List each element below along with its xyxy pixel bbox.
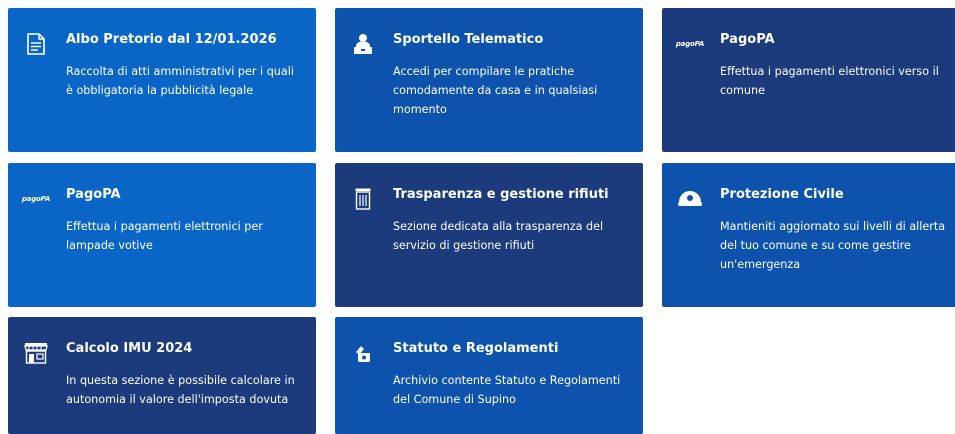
card-description: Effettua i pagamenti elettronici per lam… [66, 220, 263, 252]
card-description: In questa sezione è possibile calcolare … [66, 374, 295, 406]
card-sportello-telematico[interactable]: Sportello Telematico Accedi per compilar… [335, 8, 643, 152]
card-pagopa-lampade[interactable]: pagoPA PagoPA Effettua i pagamenti elett… [8, 163, 316, 307]
card-protezione-civile[interactable]: Protezione Civile Mantieniti aggiornato … [662, 163, 955, 307]
card-description: Accedi per compilare le pratiche comodam… [393, 65, 598, 116]
pagopa-logo-icon: pagoPA [21, 187, 51, 211]
shop-icon [24, 341, 48, 365]
card-title: Sportello Telematico [393, 32, 544, 47]
card-title: Statuto e Regolamenti [393, 341, 559, 356]
card-title: Calcolo IMU 2024 [66, 341, 193, 356]
pagopa-logo-icon: pagoPA [675, 32, 705, 56]
card-title: Protezione Civile [720, 187, 844, 202]
pagopa-logo-text: pagoPA [21, 195, 51, 203]
card-pagopa-comune[interactable]: pagoPA PagoPA Effettua i pagamenti elett… [662, 8, 955, 152]
card-trasparenza-rifiuti[interactable]: Trasparenza e gestione rifiuti Sezione d… [335, 163, 643, 307]
document-icon [24, 32, 48, 56]
card-description: Mantieniti aggiornato sui livelli di all… [720, 220, 946, 271]
card-title: PagoPA [720, 32, 775, 47]
regulations-icon [351, 341, 375, 365]
card-title: PagoPA [66, 187, 121, 202]
card-description: Sezione dedicata alla trasparenza del se… [393, 220, 604, 252]
card-calcolo-imu[interactable]: Calcolo IMU 2024 In questa sezione è pos… [8, 317, 316, 434]
trash-bin-icon [351, 187, 375, 211]
card-description: Raccolta di atti amministrativi per i qu… [66, 65, 294, 97]
card-title: Albo Pretorio dal 12/01.2026 [66, 32, 277, 47]
pagopa-logo-text: pagoPA [675, 40, 705, 48]
card-albo-pretorio[interactable]: Albo Pretorio dal 12/01.2026 Raccolta di… [8, 8, 316, 152]
card-title: Trasparenza e gestione rifiuti [393, 187, 609, 202]
card-description: Archivio contente Statuto e Regolamenti … [393, 374, 621, 406]
card-description: Effettua i pagamenti elettronici verso i… [720, 65, 939, 97]
clerk-icon [351, 32, 375, 56]
civil-protection-icon [678, 187, 702, 211]
card-statuto-regolamenti[interactable]: Statuto e Regolamenti Archivio contente … [335, 317, 643, 434]
